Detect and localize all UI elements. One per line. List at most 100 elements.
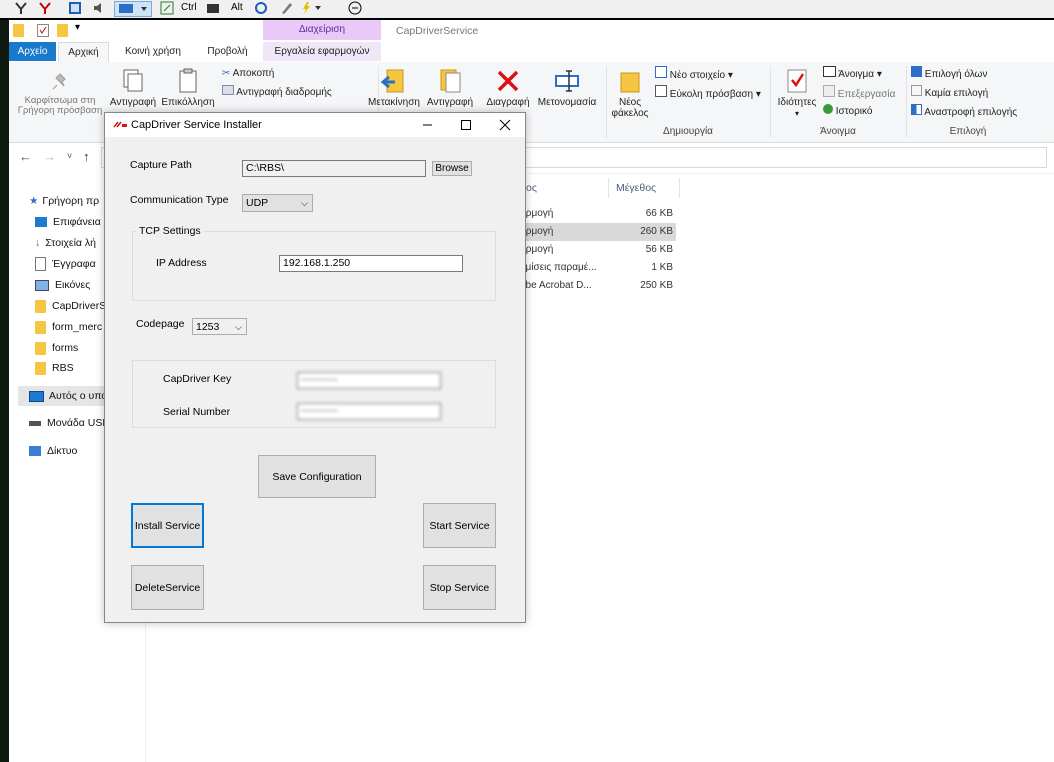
serial-number-field[interactable]: •••••••••• [297, 403, 441, 420]
column-header-size[interactable]: Μέγεθος [616, 182, 656, 194]
up-arrow-icon[interactable]: ↑ [83, 149, 90, 164]
capture-path-field[interactable]: C:\RBS\ [242, 160, 426, 177]
keyboard-icon[interactable] [206, 1, 220, 15]
edit-button[interactable]: Επεξεργασία [823, 85, 895, 101]
monitor-dropdown[interactable] [114, 1, 152, 17]
tab-app-tools[interactable]: Εργαλεία εφαρμογών [263, 42, 381, 61]
codepage-value: 1253 [196, 321, 220, 333]
properties-qat-icon[interactable] [37, 24, 49, 37]
codepage-select[interactable]: 1253 ⌵ [192, 318, 247, 335]
copy-path-button[interactable]: Αντιγραφή διαδρομής [222, 85, 332, 101]
new-item-icon [655, 66, 667, 78]
zoom-out-icon[interactable] [347, 1, 363, 15]
quick-access-toolbar: ▾ [9, 20, 1054, 42]
file-row[interactable]: αρμογή 260 KB [520, 223, 676, 241]
invert-selection-button[interactable]: Αναστροφή επιλογής [911, 104, 1017, 120]
file-row[interactable]: obe Acrobat D... 250 KB [520, 277, 676, 295]
copy-to-label: Αντιγραφή [426, 97, 474, 108]
open-icon [823, 66, 836, 77]
lightning-icon[interactable] [300, 1, 322, 15]
maximize-button[interactable] [446, 113, 486, 137]
easy-access-button[interactable]: Εύκολη πρόσβαση ▾ [655, 85, 761, 101]
easy-access-label: Εύκολη πρόσβαση [669, 89, 754, 100]
cut-button[interactable]: ✂ Αποκοπή [222, 66, 274, 82]
resize-icon[interactable] [160, 1, 174, 15]
cut-label: Αποκοπή [232, 68, 275, 79]
properties-label: Ιδιότητες [777, 97, 817, 108]
open-button[interactable]: Άνοιγμα ▾ [823, 66, 882, 82]
save-configuration-button[interactable]: Save Configuration [258, 455, 376, 498]
browse-button[interactable]: Browse [432, 161, 472, 176]
forward-arrow-icon[interactable]: → [43, 149, 56, 164]
delete-label: Διαγραφή [486, 97, 530, 108]
app-logo-icon [113, 121, 127, 129]
tcp-settings-title: TCP Settings [136, 225, 204, 237]
easy-access-icon [655, 85, 667, 97]
edit-label: Επεξεργασία [837, 89, 896, 100]
delete-button[interactable]: Διαγραφή [482, 68, 534, 108]
pin-quick-access-button[interactable]: Καρφίτσωμα στη Γρήγορη πρόσβαση [12, 72, 108, 116]
refresh-icon[interactable] [254, 1, 268, 15]
history-button[interactable]: Ιστορικό [823, 104, 872, 120]
file-row[interactable]: θμίσεις παραμέ... 1 KB [520, 259, 676, 277]
communication-type-select[interactable]: UDP ⌵ [242, 194, 313, 212]
ctrl-key[interactable]: Ctrl [181, 1, 197, 15]
ribbon-tabs: Αρχείο Αρχική Κοινή χρήση Προβολή Εργαλε… [9, 42, 1054, 63]
paste-button[interactable]: Επικόλληση [160, 68, 216, 108]
invert-selection-icon [911, 104, 922, 115]
new-folder-qat-icon[interactable] [57, 24, 74, 37]
tab-home[interactable]: Αρχική [58, 42, 109, 62]
column-divider [608, 178, 609, 198]
document-icon [35, 257, 46, 272]
delete-service-button[interactable]: DeleteService [131, 565, 204, 610]
copy-icon [121, 68, 145, 94]
chevron-down-icon: ⌵ [301, 198, 308, 208]
copy-button[interactable]: Αντιγραφή [106, 68, 160, 108]
select-none-button[interactable]: Καμία επιλογή [911, 85, 988, 101]
alt-key[interactable]: Alt [231, 1, 243, 15]
dialog-title-bar[interactable]: CapDriver Service Installer [105, 113, 525, 137]
file-row[interactable]: αρμογή 56 KB [520, 241, 676, 259]
star-icon: ★ [29, 195, 39, 207]
move-to-button[interactable]: Μετακίνηση [364, 68, 424, 108]
qat-dropdown-icon[interactable]: ▾ [75, 22, 80, 33]
pen-icon[interactable] [280, 1, 294, 15]
copy-to-icon [437, 68, 463, 94]
dialog-title: CapDriver Service Installer [131, 119, 262, 131]
copy-to-button[interactable]: Αντιγραφή [422, 68, 478, 108]
rename-button[interactable]: Μετονομασία [534, 68, 600, 108]
capdriver-key-label: CapDriver Key [163, 373, 232, 385]
select-none-label: Καμία επιλογή [924, 88, 989, 99]
ip-address-field[interactable]: 192.168.1.250 [279, 255, 463, 272]
back-arrow-icon[interactable]: ← [19, 149, 32, 164]
antenna-icon[interactable] [14, 1, 28, 15]
capdriver-key-field[interactable]: •••••••••• [297, 372, 441, 389]
antenna-red-icon[interactable] [38, 1, 52, 15]
start-service-button[interactable]: Start Service [423, 503, 496, 548]
new-folder-icon [618, 68, 642, 94]
rename-icon [554, 68, 580, 94]
select-all-icon [911, 66, 922, 77]
tab-file[interactable]: Αρχείο [9, 42, 56, 61]
tab-share[interactable]: Κοινή χρήση [113, 42, 193, 61]
chevron-down-icon: ⌵ [235, 322, 242, 332]
new-item-button[interactable]: Νέο στοιχείο ▾ [655, 66, 733, 82]
minimize-button[interactable] [407, 113, 447, 137]
speaker-icon[interactable] [92, 1, 106, 15]
stop-service-button[interactable]: Stop Service [423, 565, 496, 610]
select-group-label: Επιλογή [949, 126, 987, 137]
open-group-label: Άνοιγμα [820, 126, 856, 137]
folder-icon [35, 361, 46, 375]
new-folder-button[interactable]: Νέος φάκελος [606, 68, 654, 119]
select-all-button[interactable]: Επιλογή όλων [911, 66, 987, 82]
tab-view[interactable]: Προβολή [195, 42, 260, 61]
communication-type-label: Communication Type [130, 194, 229, 206]
file-row[interactable]: αρμογή 66 KB [520, 205, 676, 223]
install-service-button[interactable]: Install Service [131, 503, 204, 548]
open-label: Άνοιγμα [838, 69, 875, 80]
recent-locations-icon[interactable]: ˅ [67, 151, 72, 161]
properties-button[interactable]: Ιδιότητες ▾ [772, 68, 822, 119]
capdriver-installer-dialog: CapDriver Service Installer Capture Path… [104, 112, 526, 623]
window-icon[interactable] [68, 1, 82, 15]
close-button[interactable] [485, 113, 525, 137]
